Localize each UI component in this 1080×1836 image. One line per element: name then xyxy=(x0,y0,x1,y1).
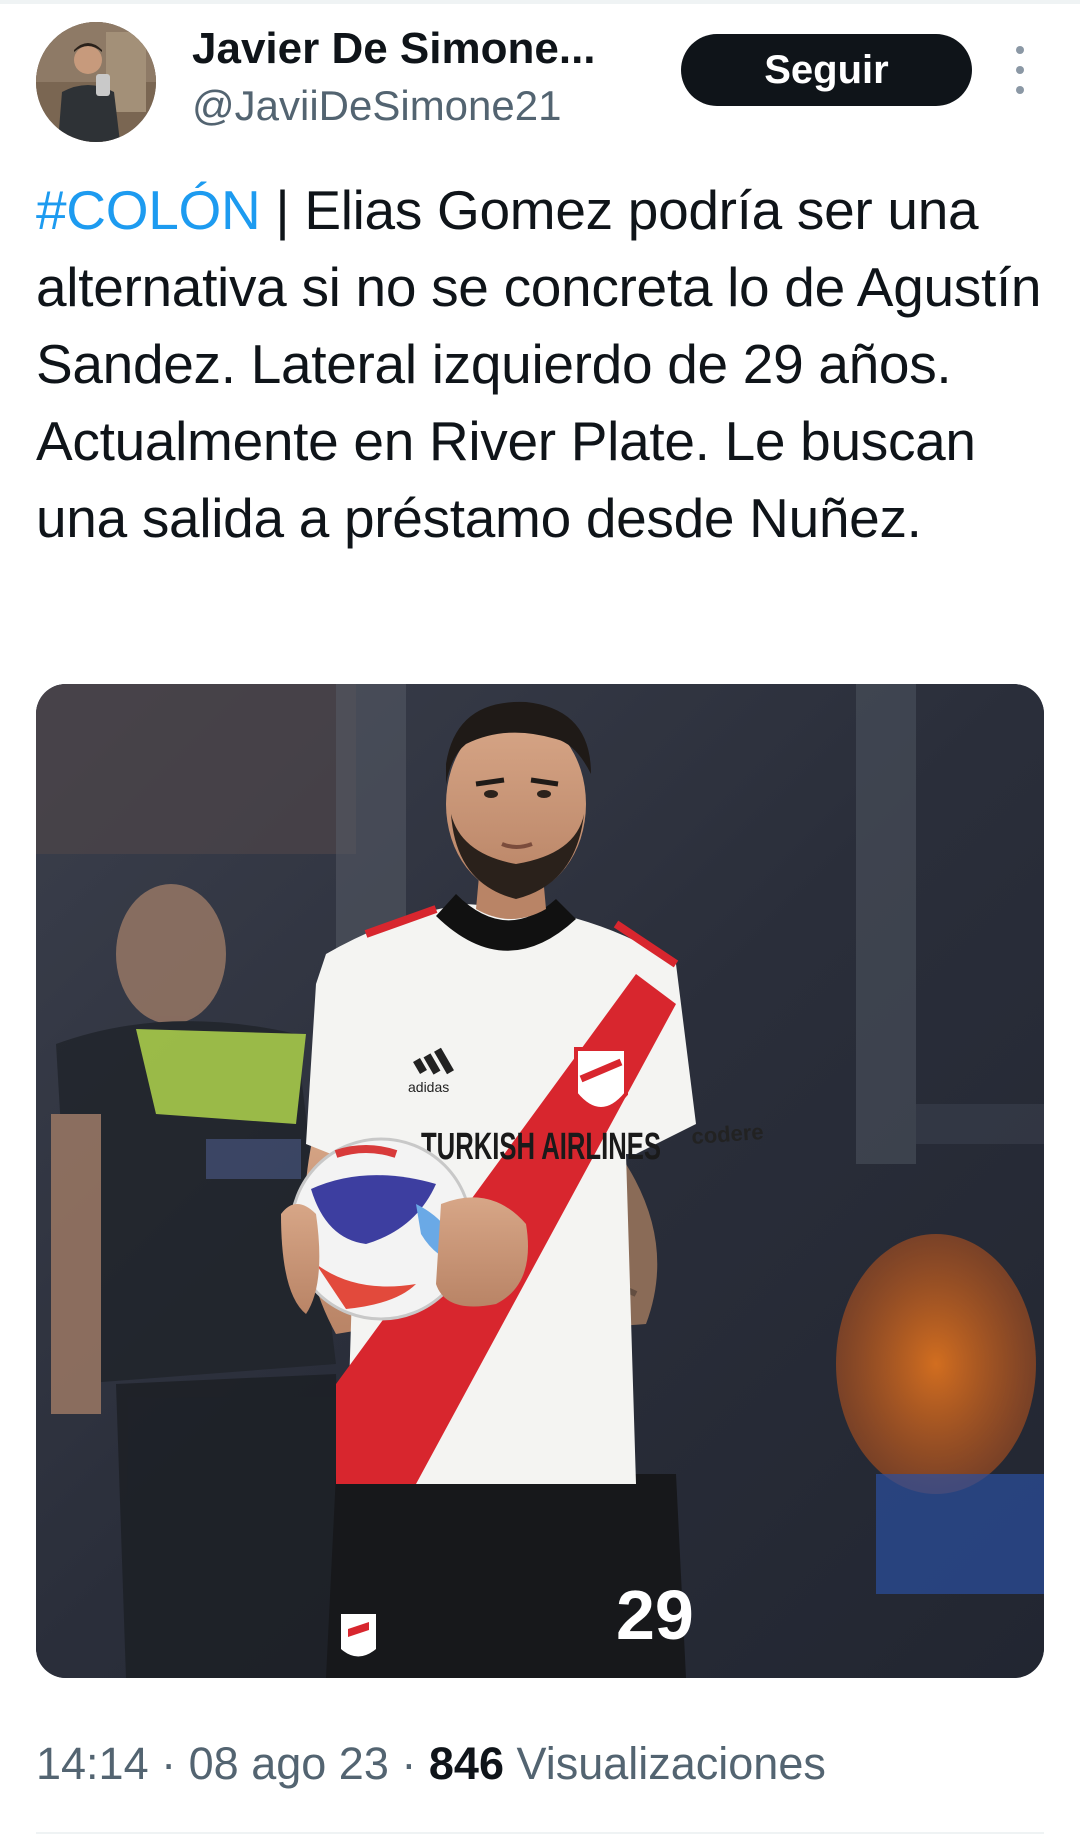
more-vertical-icon[interactable] xyxy=(1004,46,1036,94)
avatar[interactable] xyxy=(36,22,156,142)
tweet-meta: 14:14 · 08 ago 23 · 846 Visualizaciones xyxy=(36,1738,826,1790)
more-dot xyxy=(1016,66,1024,74)
follow-button[interactable]: Seguir xyxy=(681,34,972,106)
bottom-divider xyxy=(36,1832,1044,1834)
avatar-image xyxy=(36,22,156,142)
shirt-number: 29 xyxy=(616,1576,694,1654)
handle[interactable]: @JaviiDeSimone21 xyxy=(192,82,561,130)
meta-separator: · xyxy=(161,1738,177,1789)
tweet-photo[interactable]: 29 adidas TURKISH AIRLINES codere xyxy=(36,684,1044,1678)
views-count: 846 xyxy=(428,1738,504,1789)
shirt-sponsor: TURKISH AIRLINES xyxy=(421,1126,661,1168)
tweet-time[interactable]: 14:14 xyxy=(36,1738,149,1789)
shirt-brand: adidas xyxy=(408,1079,449,1095)
more-dot xyxy=(1016,86,1024,94)
meta-separator: · xyxy=(401,1738,417,1789)
player-photo: 29 adidas TURKISH AIRLINES codere xyxy=(36,684,1044,1678)
sleeve-sponsor: codere xyxy=(691,1119,765,1149)
views-label: Visualizaciones xyxy=(516,1738,826,1789)
top-divider xyxy=(0,0,1080,4)
tweet-date[interactable]: 08 ago 23 xyxy=(189,1738,389,1789)
tweet-text: #COLÓN | Elias Gomez podría ser una alte… xyxy=(36,172,1046,557)
display-name[interactable]: Javier De Simone... xyxy=(192,24,596,74)
more-dot xyxy=(1016,46,1024,54)
hashtag-link[interactable]: #COLÓN xyxy=(36,179,261,241)
